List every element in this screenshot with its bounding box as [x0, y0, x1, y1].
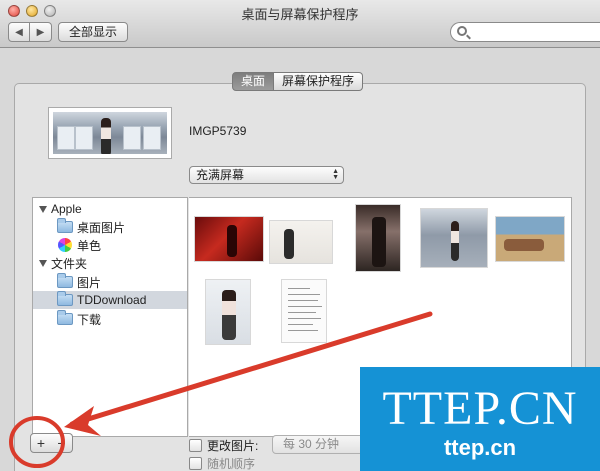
doc-line — [288, 306, 322, 307]
back-arrow-icon: ◀ — [15, 26, 23, 38]
search-input[interactable] — [471, 25, 591, 39]
change-picture-checkbox[interactable] — [189, 439, 202, 452]
group-apple[interactable]: Apple — [33, 200, 187, 218]
forward-button[interactable]: ▶ — [30, 22, 52, 42]
doc-line — [288, 324, 313, 325]
select-arrows-icon: ▲ ▼ — [332, 168, 339, 181]
sidebar-item-label: TDDownload — [77, 293, 147, 307]
tab-screensaver[interactable]: 屏幕保护程序 — [274, 72, 364, 91]
change-picture-option[interactable]: 更改图片: — [189, 437, 258, 454]
sidebar-item-label: 单色 — [77, 238, 102, 253]
search-icon — [457, 26, 467, 36]
sidebar-item-label: 桌面图片 — [77, 220, 126, 235]
doc-line — [288, 294, 320, 295]
fit-mode-value: 充满屏幕 — [196, 168, 245, 182]
change-picture-label: 更改图片: — [207, 439, 259, 453]
color-wheel-icon — [58, 238, 72, 252]
wallpaper-thumbnail[interactable] — [281, 279, 327, 343]
sidebar-item-downloads[interactable]: 下载 — [33, 310, 187, 328]
doc-line — [288, 330, 318, 331]
folder-icon — [57, 310, 73, 325]
current-image-name: IMGP5739 — [189, 124, 247, 138]
random-order-option[interactable]: 随机顺序 — [189, 455, 255, 471]
wallpaper-thumbnail[interactable] — [355, 204, 401, 272]
sidebar-item-solid-colors[interactable]: 单色 — [33, 236, 187, 254]
watermark-logo: TTEP.CN ttep.cn — [360, 367, 600, 471]
folder-icon — [57, 273, 73, 288]
doc-line — [288, 288, 310, 289]
search-field[interactable] — [450, 22, 600, 42]
preview-shelf — [123, 126, 141, 150]
wallpaper-thumbnail[interactable] — [495, 216, 565, 262]
source-list: Apple 桌面图片 单色 文件夹 图片 TDDownload 下载 — [32, 197, 188, 437]
thumb-figure — [227, 225, 237, 257]
thumb-figure — [284, 229, 294, 259]
disclosure-triangle-icon[interactable] — [39, 205, 47, 213]
remove-folder-button[interactable]: − — [51, 433, 73, 453]
wallpaper-thumbnail[interactable] — [420, 208, 488, 268]
thumb-figure — [372, 217, 386, 267]
wallpaper-thumbnail[interactable] — [205, 279, 251, 345]
folder-icon — [57, 218, 73, 233]
thumb-figure — [222, 290, 236, 340]
preview-shelf — [143, 126, 161, 150]
doc-line — [288, 318, 321, 319]
watermark-small-text: ttep.cn — [443, 435, 517, 460]
sidebar-item-desktop-pictures[interactable]: 桌面图片 — [33, 218, 187, 236]
doc-line — [288, 300, 318, 301]
minus-icon: − — [57, 435, 66, 451]
nav-group: ◀ ▶ — [8, 22, 52, 42]
forward-arrow-icon: ▶ — [36, 26, 45, 38]
sidebar-item-tddownload[interactable]: TDDownload — [33, 291, 187, 309]
random-order-label: 随机顺序 — [207, 457, 256, 471]
interval-select[interactable]: 每 30 分钟 — [272, 435, 364, 454]
add-folder-button[interactable]: + — [30, 433, 52, 453]
group-folders[interactable]: 文件夹 — [33, 254, 187, 272]
random-order-checkbox[interactable] — [189, 457, 202, 470]
window-titlebar: 桌面与屏幕保护程序 ◀ ▶ 全部显示 — [0, 0, 600, 48]
sidebar-item-pictures[interactable]: 图片 — [33, 273, 187, 291]
sidebar-item-label: 下载 — [77, 312, 102, 327]
tab-desktop[interactable]: 桌面 — [232, 72, 275, 91]
preview-person — [101, 118, 111, 154]
folder-icon — [57, 291, 73, 306]
disclosure-triangle-icon[interactable] — [39, 259, 47, 267]
group-label: Apple — [51, 202, 82, 216]
back-button[interactable]: ◀ — [8, 22, 30, 42]
group-label: 文件夹 — [51, 256, 88, 271]
plus-icon: + — [36, 435, 46, 451]
current-wallpaper-preview — [48, 107, 172, 159]
doc-line — [288, 312, 316, 313]
wallpaper-thumbnail[interactable] — [269, 220, 333, 264]
preview-shelf — [75, 126, 93, 150]
show-all-button[interactable]: 全部显示 — [58, 22, 129, 42]
sidebar-item-label: 图片 — [77, 275, 102, 290]
wallpaper-thumbnail[interactable] — [194, 216, 264, 262]
window-title: 桌面与屏幕保护程序 — [241, 7, 359, 22]
tab-bar: 桌面 屏幕保护程序 — [232, 72, 364, 91]
wallpaper-preview-image — [53, 112, 167, 154]
thumb-figure — [504, 239, 544, 251]
watermark-big-text: TTEP.CN — [382, 382, 578, 435]
preview-shelf — [57, 126, 75, 150]
fit-mode-select[interactable]: 充满屏幕 ▲ ▼ — [189, 166, 344, 184]
thumb-figure — [451, 221, 459, 261]
